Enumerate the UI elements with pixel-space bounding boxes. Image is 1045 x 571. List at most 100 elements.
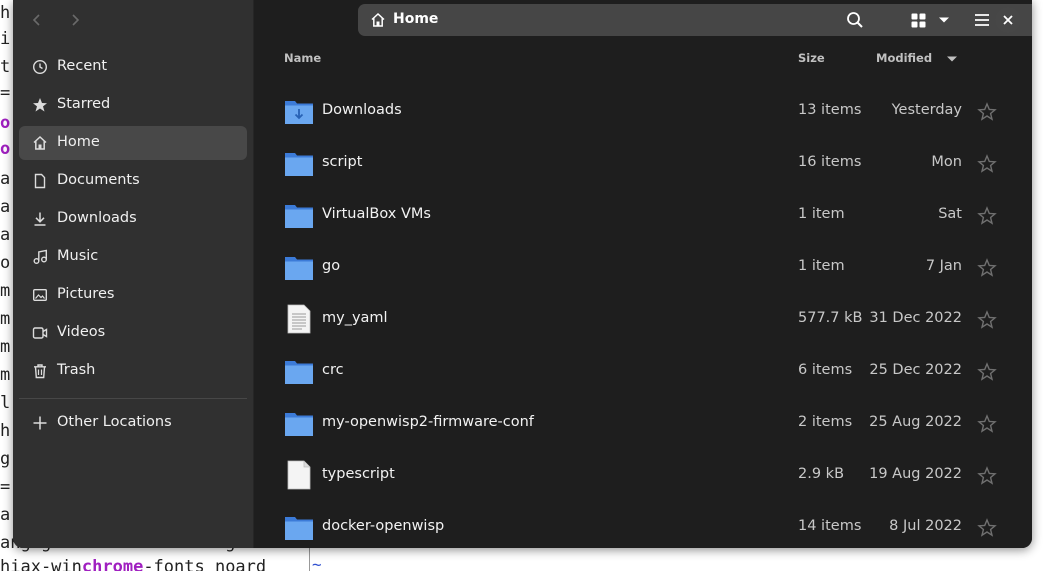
terminal-tilde: ~ xyxy=(312,555,322,571)
plus-icon xyxy=(33,416,47,430)
star-icon[interactable] xyxy=(977,154,997,174)
sidebar-item-other-locations[interactable]: Other Locations xyxy=(19,406,247,440)
search-icon xyxy=(847,12,863,28)
file-size: 2.9 kB xyxy=(798,466,845,482)
column-header-name[interactable]: Name xyxy=(284,51,321,65)
chevron-left-icon xyxy=(32,14,40,26)
star-icon[interactable] xyxy=(977,466,997,486)
column-header-modified[interactable]: Modified xyxy=(876,51,932,65)
file-size: 16 items xyxy=(798,154,862,170)
file-size: 577.7 kB xyxy=(798,310,863,326)
star-icon[interactable] xyxy=(977,258,997,278)
column-header-size[interactable]: Size xyxy=(798,51,825,65)
terminal-line: t xyxy=(0,57,11,77)
star-icon xyxy=(33,98,47,112)
sidebar-item-label: Documents xyxy=(57,172,140,188)
forward-button[interactable] xyxy=(61,7,89,33)
terminal-line: m xyxy=(0,337,11,357)
file-size: 2 items xyxy=(798,414,853,430)
sidebar-item-label: Recent xyxy=(57,58,108,74)
sidebar-item-label: Other Locations xyxy=(57,414,172,430)
sidebar-item-trash[interactable]: Trash xyxy=(19,354,247,388)
music-icon xyxy=(33,249,47,264)
file-row[interactable]: go 1 item 7 Jan xyxy=(254,242,1032,294)
sidebar-item-starred[interactable]: Starred xyxy=(19,88,247,122)
document-icon xyxy=(34,173,46,189)
view-mode-button[interactable] xyxy=(904,6,932,34)
terminal-line: h xyxy=(0,3,11,23)
hamburger-menu-icon xyxy=(975,14,989,26)
file-name: docker-openwisp xyxy=(322,518,445,534)
grid-view-icon xyxy=(911,13,925,27)
file-modified: 8 Jul 2022 xyxy=(889,518,962,534)
terminal-line: m xyxy=(0,281,11,301)
blank-file-icon xyxy=(287,460,311,490)
terminal-highlight: chrome xyxy=(81,557,144,571)
sidebar-item-home[interactable]: Home xyxy=(19,126,247,160)
sidebar-item-downloads[interactable]: Downloads xyxy=(19,202,247,236)
terminal-line: o xyxy=(0,113,11,133)
file-row[interactable]: Downloads 13 items Yesterday xyxy=(254,86,1032,138)
file-name: my-openwisp2-firmware-conf xyxy=(322,414,534,430)
sidebar-item-recent[interactable]: Recent xyxy=(19,50,247,84)
file-name: my_yaml xyxy=(322,310,388,326)
terminal-line: o xyxy=(0,139,11,159)
text-file-icon xyxy=(287,304,311,334)
file-row[interactable]: crc 6 items 25 Dec 2022 xyxy=(254,346,1032,398)
caret-down-icon xyxy=(939,17,949,23)
star-icon[interactable] xyxy=(977,206,997,226)
terminal-line: m xyxy=(0,365,11,385)
file-manager-window: Recent Starred Home Documents Downloads … xyxy=(13,0,1032,548)
folder-download-icon xyxy=(285,101,313,124)
terminal-line: h xyxy=(0,421,11,441)
sidebar-item-videos[interactable]: Videos xyxy=(19,316,247,350)
sidebar-item-music[interactable]: Music xyxy=(19,240,247,274)
terminal-line: l xyxy=(0,393,11,413)
view-options-dropdown[interactable] xyxy=(933,6,955,34)
trash-icon xyxy=(34,364,46,379)
file-row[interactable]: script 16 items Mon xyxy=(254,138,1032,190)
file-name: typescript xyxy=(322,466,395,482)
sidebar-item-label: Videos xyxy=(57,324,106,340)
sidebar-item-pictures[interactable]: Pictures xyxy=(19,278,247,312)
main-pane: Home Name Size Modified Downloads 13 ite… xyxy=(254,0,1032,548)
terminal-line: = xyxy=(0,477,11,497)
star-icon[interactable] xyxy=(977,414,997,434)
sidebar-separator xyxy=(19,398,247,399)
terminal-line: a xyxy=(0,225,11,245)
file-modified: Yesterday xyxy=(891,102,962,118)
main-menu-button[interactable] xyxy=(968,6,996,34)
file-modified: 19 Aug 2022 xyxy=(869,466,962,482)
sidebar: Recent Starred Home Documents Downloads … xyxy=(13,0,254,548)
file-row[interactable]: VirtualBox VMs 1 item Sat xyxy=(254,190,1032,242)
file-modified: 25 Aug 2022 xyxy=(869,414,962,430)
file-name: go xyxy=(322,258,341,274)
file-modified: 31 Dec 2022 xyxy=(869,310,962,326)
file-modified: 7 Jan xyxy=(925,258,962,274)
sidebar-item-label: Music xyxy=(57,248,99,264)
chevron-right-icon xyxy=(72,14,80,26)
file-row[interactable]: my-openwisp2-firmware-conf 2 items 25 Au… xyxy=(254,398,1032,450)
terminal-line: a xyxy=(0,169,11,189)
terminal-text: -fonts noard xyxy=(143,557,267,571)
close-button[interactable] xyxy=(995,7,1021,33)
terminal-line: i xyxy=(0,29,11,49)
sort-down-icon[interactable] xyxy=(946,55,958,63)
file-modified: Mon xyxy=(931,154,962,170)
home-icon xyxy=(33,135,47,150)
star-icon[interactable] xyxy=(977,518,997,538)
file-name: crc xyxy=(322,362,344,378)
file-name: VirtualBox VMs xyxy=(322,206,431,222)
sidebar-item-documents[interactable]: Documents xyxy=(19,164,247,198)
file-row[interactable]: typescript 2.9 kB 19 Aug 2022 xyxy=(254,450,1032,502)
star-icon[interactable] xyxy=(977,310,997,330)
folder-icon xyxy=(285,153,313,176)
star-icon[interactable] xyxy=(977,102,997,122)
search-button[interactable] xyxy=(841,6,869,34)
back-button[interactable] xyxy=(23,7,51,33)
star-icon[interactable] xyxy=(977,362,997,382)
clock-icon xyxy=(32,59,48,75)
file-modified: Sat xyxy=(938,206,962,222)
file-row[interactable]: my_yaml 577.7 kB 31 Dec 2022 xyxy=(254,294,1032,346)
file-row[interactable]: docker-openwisp 14 items 8 Jul 2022 xyxy=(254,502,1032,548)
